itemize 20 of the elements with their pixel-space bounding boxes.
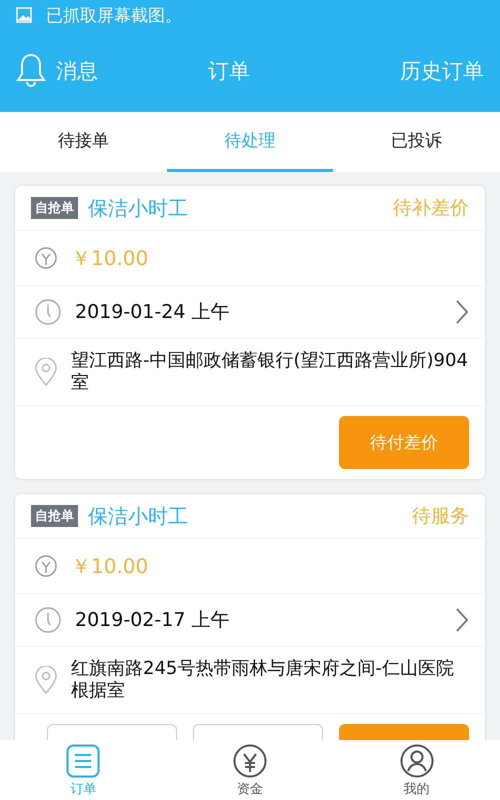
page-title: 订单: [208, 58, 250, 85]
order-status: 待补差价: [393, 196, 469, 221]
order-card[interactable]: 自抢单 保洁小时工 待服务 ￥10.00 2019-02-17 上午 红旗南路245号热带雨林与唐宋府之间-仁山医院根据室: [15, 494, 485, 740]
order-status: 待服务: [412, 504, 469, 529]
address: 望江西路-中国邮政储蓄银行(望江西路营业所)904室: [71, 350, 469, 394]
price: ￥10.00: [71, 552, 148, 580]
service-date: 2019-02-17 上午: [75, 608, 230, 633]
tab[interactable]: 待接单: [0, 112, 167, 172]
order-tag: 自抢单: [31, 197, 78, 219]
tab[interactable]: 已投诉: [333, 112, 500, 172]
service-date: 2019-01-24 上午: [75, 300, 230, 325]
notification-text: 已抓取屏幕截图。: [46, 4, 182, 26]
price: ￥10.00: [71, 244, 148, 272]
nav-item[interactable]: 资金: [166, 740, 334, 800]
service-name: 保洁小时工: [88, 194, 189, 222]
address: 红旗南路245号热带雨林与唐宋府之间-仁山医院根据室: [71, 658, 455, 702]
order-tag: 自抢单: [31, 505, 78, 527]
nav-item[interactable]: 我的: [333, 740, 500, 800]
service-name: 保洁小时工: [88, 502, 189, 530]
order-card[interactable]: 自抢单 保洁小时工 待补差价 ￥10.00 2019-01-24 上午 望江西路-中国邮政储蓄银行(望江西路营业所)904室 待付差价: [15, 186, 485, 479]
